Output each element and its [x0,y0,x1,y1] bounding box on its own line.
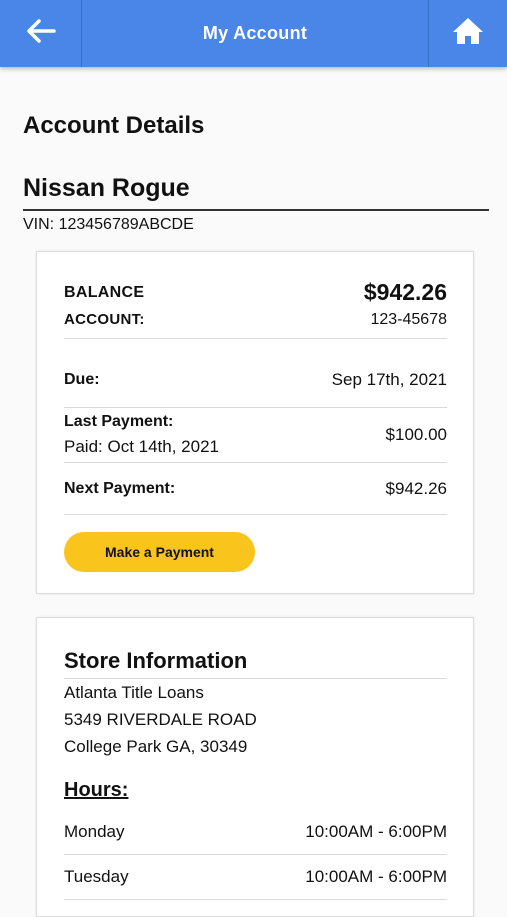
hours-day: Monday [64,822,125,841]
due-label: Due: [64,370,100,388]
due-row: Due: Sep 17th, 2021 [64,352,447,408]
store-info-title: Store Information [64,648,248,673]
back-button[interactable] [0,0,82,67]
account-label: ACCOUNT: [64,311,145,328]
store-name: Atlanta Title Loans [64,683,204,702]
hours-time: 10:00AM - 6:00PM [305,822,447,841]
hours-row-tuesday: Tuesday 10:00AM - 6:00PM [64,855,447,900]
arrow-left-icon [26,18,56,49]
store-information-card: Store Information Atlanta Title Loans 53… [36,617,474,917]
page-title: My Account [202,23,308,43]
account-number: 123-45678 [370,311,447,328]
home-button[interactable] [428,0,507,67]
home-icon [451,16,485,51]
hours-label: Hours: [64,779,129,801]
divider [23,209,489,211]
last-payment-row: Last Payment: Paid: Oct 14th, 2021 $100.… [64,408,447,463]
balance-value: $942.26 [363,279,447,305]
last-payment-label: Last Payment: [64,413,174,430]
balance-row: BALANCE $942.26 [64,279,447,306]
store-address-line1: 5349 RIVERDALE ROAD [64,710,257,729]
divider [64,678,447,679]
hours-day: Tuesday [64,867,129,886]
balance-label: BALANCE [64,283,145,301]
next-payment-row: Next Payment: $942.26 [64,463,447,515]
account-summary-card: BALANCE $942.26 ACCOUNT: 123-45678 Due: … [36,251,474,594]
account-details-heading: Account Details [23,112,205,139]
make-payment-button[interactable]: Make a Payment [64,532,255,572]
due-date: Sep 17th, 2021 [331,369,447,389]
next-payment-label: Next Payment: [64,479,176,497]
last-payment-info: Last Payment: Paid: Oct 14th, 2021 [64,413,219,457]
top-app-bar: My Account [0,0,507,67]
hours-row-monday: Monday 10:00AM - 6:00PM [64,810,447,855]
vehicle-name: Nissan Rogue [23,174,190,202]
last-payment-amount: $100.00 [385,425,447,444]
account-row: ACCOUNT: 123-45678 [64,311,447,339]
last-payment-date: Paid: Oct 14th, 2021 [64,437,219,456]
next-payment-amount: $942.26 [385,478,447,498]
vin-text: VIN: 123456789ABCDE [23,216,194,233]
store-address-line2: College Park GA, 30349 [64,737,248,756]
hours-time: 10:00AM - 6:00PM [305,867,447,886]
